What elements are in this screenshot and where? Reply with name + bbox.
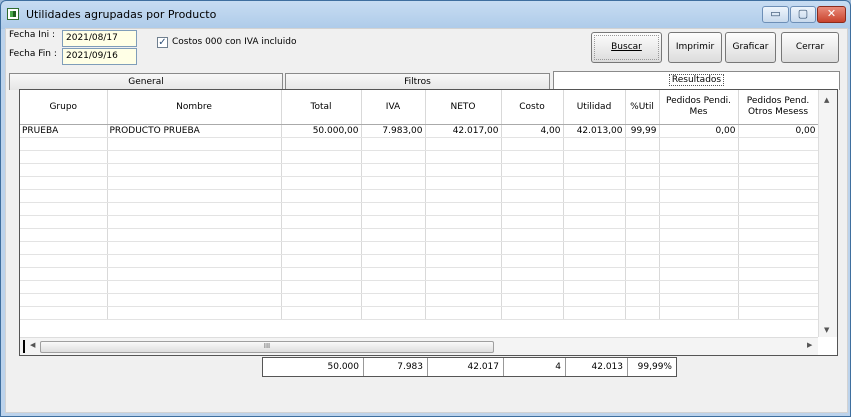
neto-sum: 42.017 [428, 358, 504, 376]
totals-row: 50.000 7.983 42.017 4 42.013 99,99% [262, 357, 677, 377]
util-pct-sum: 99,99% [637, 362, 672, 372]
table-row [20, 267, 819, 281]
col-pedidos-pendi-mes[interactable]: Pedidos Pendi. Mes [659, 90, 739, 125]
col-nombre[interactable]: Nombre [107, 90, 282, 125]
imprimir-button[interactable]: Imprimir [668, 32, 722, 63]
fecha-ini-label: Fecha Ini : [9, 30, 56, 40]
buscar-button-label: Buscar [611, 42, 642, 52]
scroll-down-icon[interactable]: ▼ [824, 326, 829, 334]
cerrar-button-label: Cerrar [795, 42, 825, 52]
iva-sum: 7.983 [364, 358, 428, 376]
tab-general[interactable]: General [9, 73, 283, 90]
costos-iva-label: Costos 000 con IVA incluido [172, 37, 297, 47]
cell-pend-otros[interactable]: 0,00 [738, 124, 819, 138]
table-row [20, 280, 819, 294]
table-row[interactable]: PRUEBA PRODUCTO PRUEBA 50.000,00 7.983,0… [20, 124, 819, 138]
col-grupo[interactable]: Grupo [20, 90, 108, 125]
fecha-fin-label: Fecha Fin : [9, 49, 57, 59]
table-row [20, 254, 819, 268]
table-row [20, 150, 819, 164]
costos-iva-checkbox[interactable]: ✓ [157, 37, 168, 48]
graficar-button-label: Graficar [732, 42, 769, 52]
horizontal-scroll-thumb[interactable]: III [40, 341, 494, 353]
table-row [20, 215, 819, 229]
table-row [20, 163, 819, 177]
tab-filtros[interactable]: Filtros [285, 73, 550, 90]
fecha-ini-input[interactable]: 2021/08/17 [62, 30, 137, 47]
main-window: Utilidades agrupadas por Producto ▭ ▢ ✕ … [0, 0, 851, 417]
table-row [20, 228, 819, 242]
table-row [20, 202, 819, 216]
col-pedidos-pend-otros[interactable]: Pedidos Pend. Otros Mesess [738, 90, 819, 125]
col-iva[interactable]: IVA [361, 90, 426, 125]
app-icon [7, 8, 19, 20]
minimize-button[interactable]: ▭ [762, 6, 789, 23]
cell-pend-mes[interactable]: 0,00 [659, 124, 739, 138]
utilidad-sum: 42.013 [566, 358, 628, 376]
results-table: Grupo Nombre Total IVA NETO Costo Utilid… [20, 90, 819, 320]
cell-grupo[interactable]: PRUEBA [20, 124, 108, 138]
col-total[interactable]: Total [281, 90, 362, 125]
fecha-fin-input[interactable]: 2021/09/16 [62, 48, 137, 65]
costo-sum: 4 [504, 358, 566, 376]
graficar-button[interactable]: Graficar [725, 32, 776, 63]
cell-total[interactable]: 50.000,00 [281, 124, 362, 138]
grid-header-row: Grupo Nombre Total IVA NETO Costo Utilid… [20, 90, 819, 125]
close-button[interactable]: ✕ [817, 6, 846, 23]
col-util-pct[interactable]: %Util [625, 90, 660, 125]
imprimir-button-label: Imprimir [675, 42, 715, 52]
tab-resultados[interactable]: Resultados [553, 71, 840, 90]
tab-filtros-label: Filtros [404, 77, 431, 87]
scroll-left-icon[interactable]: ◀ [30, 341, 35, 349]
tab-general-label: General [128, 77, 164, 87]
scroll-up-icon[interactable]: ▲ [824, 96, 829, 104]
table-row [20, 306, 819, 320]
cell-utilidad[interactable]: 42.013,00 [563, 124, 626, 138]
window-title: Utilidades agrupadas por Producto [26, 8, 217, 21]
table-row [20, 241, 819, 255]
tab-resultados-label: Resultados [668, 74, 725, 86]
cell-util-pct[interactable]: 99,99 [625, 124, 660, 138]
table-row [20, 293, 819, 307]
total-sum: 50.000 [263, 358, 364, 376]
cerrar-button[interactable]: Cerrar [781, 32, 839, 63]
table-row [20, 176, 819, 190]
maximize-button[interactable]: ▢ [790, 6, 816, 23]
table-row [20, 137, 819, 151]
results-grid: Grupo Nombre Total IVA NETO Costo Utilid… [19, 89, 838, 356]
horizontal-scrollbar[interactable]: ◀ III ▶ [20, 337, 818, 355]
title-bar[interactable]: Utilidades agrupadas por Producto ▭ ▢ ✕ [1, 1, 850, 29]
cell-costo[interactable]: 4,00 [501, 124, 564, 138]
cell-neto[interactable]: 42.017,00 [425, 124, 502, 138]
buscar-button[interactable]: Buscar [591, 32, 662, 63]
col-neto[interactable]: NETO [425, 90, 502, 125]
vertical-scrollbar[interactable]: ▲ ▼ [818, 90, 837, 337]
cell-iva[interactable]: 7.983,00 [361, 124, 426, 138]
cell-nombre[interactable]: PRODUCTO PRUEBA [107, 124, 282, 138]
scroll-right-icon[interactable]: ▶ [807, 341, 812, 349]
col-utilidad[interactable]: Utilidad [563, 90, 626, 125]
row-marker [23, 340, 25, 353]
table-row [20, 189, 819, 203]
col-costo[interactable]: Costo [501, 90, 564, 125]
